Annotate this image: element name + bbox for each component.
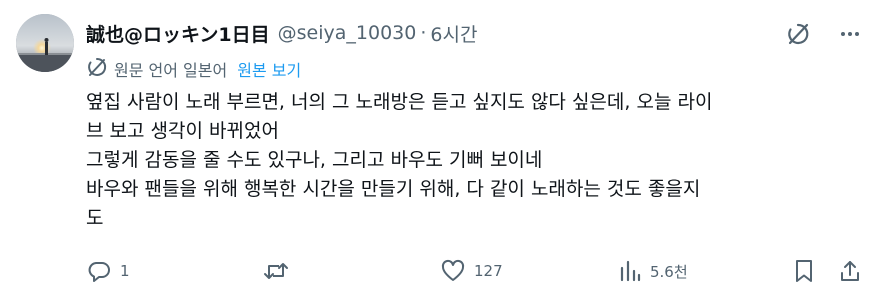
share-button[interactable] — [838, 256, 862, 286]
views-icon — [620, 260, 641, 282]
avatar[interactable] — [16, 14, 74, 72]
translation-note: 원문 언어 일본어 — [114, 61, 228, 80]
tweet-text-line: 바우와 팬들을 위해 행복한 시간을 만들기 위해, 다 같이 노래하는 것도 … — [86, 178, 701, 200]
views-count: 5.6천 — [650, 262, 688, 281]
reply-icon — [88, 262, 110, 282]
avatar-image — [16, 14, 74, 72]
tweet[interactable]: 誠也@ロッキン1日目 @seiya_10030 · 6시간 원문 언어 일본어 … — [0, 0, 882, 301]
tweet-text: 옆집 사람이 노래 부르면, 너의 그 노래방은 듣고 싶지도 않다 싶은데, … — [86, 88, 858, 233]
bookmark-button[interactable] — [792, 256, 816, 286]
bookmark-icon — [796, 260, 812, 282]
translation-bar: 원문 언어 일본어 원본 보기 — [86, 56, 301, 82]
action-bar: 1 127 5.6천 — [86, 256, 866, 286]
display-name[interactable]: 誠也@ロッキン1日目 — [86, 20, 270, 47]
separator-dot: · — [420, 22, 427, 44]
more-icon[interactable] — [836, 20, 864, 48]
reply-count: 1 — [120, 262, 130, 280]
tweet-text-line: 브 보고 생각이 바뀌었어 — [86, 120, 279, 142]
translate-icon — [86, 56, 108, 82]
like-button[interactable]: 127 — [440, 256, 503, 286]
like-count: 127 — [474, 262, 503, 280]
top-actions — [784, 20, 864, 48]
share-icon — [841, 261, 859, 281]
grok-icon[interactable] — [784, 20, 812, 48]
show-original-link[interactable]: 원본 보기 — [237, 57, 301, 81]
user-handle[interactable]: @seiya_10030 — [278, 22, 417, 44]
heart-icon — [441, 259, 465, 281]
tweet-header: 誠也@ロッキン1日目 @seiya_10030 · 6시간 — [86, 18, 477, 48]
tweet-text-line: 옆집 사람이 노래 부르면, 너의 그 노래방은 듣고 싶지도 않다 싶은데, … — [86, 91, 713, 113]
reply-button[interactable]: 1 — [86, 256, 130, 286]
repost-icon — [264, 263, 288, 279]
views-button[interactable]: 5.6천 — [618, 256, 688, 286]
repost-button[interactable] — [262, 256, 298, 286]
tweet-text-line: 도 — [86, 207, 104, 229]
tweet-text-line: 그렇게 감동을 줄 수도 있구나, 그리고 바우도 기뻐 보이네 — [86, 149, 543, 171]
timestamp[interactable]: 6시간 — [430, 20, 477, 47]
